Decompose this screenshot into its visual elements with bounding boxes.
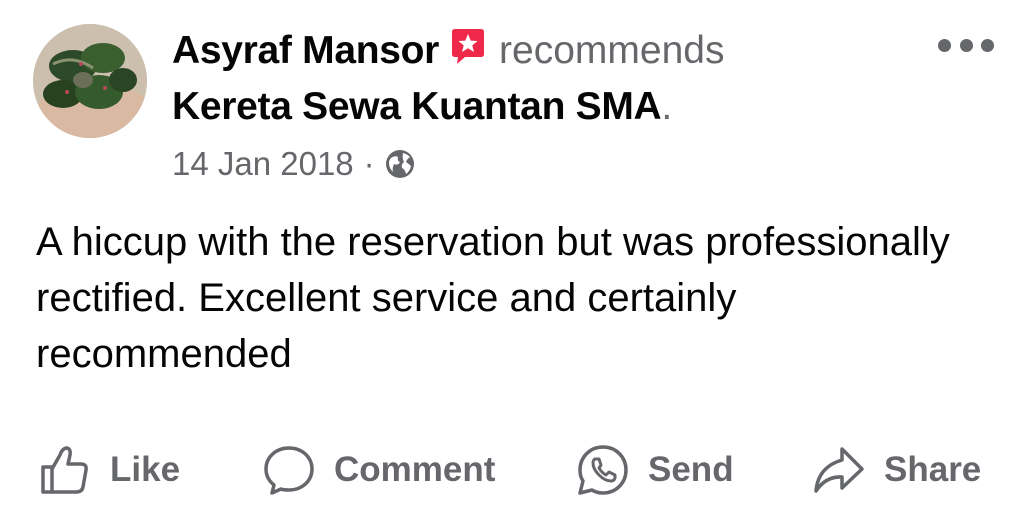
- author-name[interactable]: Asyraf Mansor: [172, 29, 439, 73]
- share-arrow-icon: [814, 447, 864, 493]
- recommend-badge-icon: [449, 28, 487, 66]
- share-label: Share: [884, 450, 982, 489]
- thumbs-up-icon: [41, 446, 88, 494]
- send-button[interactable]: Send: [576, 440, 734, 500]
- whatsapp-icon: [578, 445, 628, 495]
- more-dot-icon: [959, 38, 973, 52]
- share-button[interactable]: Share: [812, 440, 981, 500]
- post-meta: 14 Jan 2018 ·: [172, 142, 415, 186]
- send-label: Send: [648, 450, 734, 489]
- avatar[interactable]: [33, 24, 147, 138]
- comment-label: Comment: [334, 450, 496, 489]
- comment-button[interactable]: Comment: [262, 440, 495, 500]
- globe-icon: [385, 149, 415, 179]
- meta-separator: ·: [363, 145, 375, 182]
- more-dot-icon: [938, 38, 951, 52]
- recommend-verb: recommends: [499, 29, 725, 72]
- page-name-link[interactable]: Kereta Sewa Kuantan SMA: [172, 85, 662, 129]
- more-dot-icon: [981, 38, 994, 52]
- avatar-image: [33, 24, 147, 138]
- like-label: Like: [110, 450, 181, 489]
- more-options-button[interactable]: [938, 30, 994, 60]
- page-name-period: .: [661, 85, 673, 128]
- like-button[interactable]: Like: [38, 440, 180, 500]
- post-body-text: A hiccup with the reservation but was pr…: [36, 220, 950, 376]
- post-header: Asyraf Mansor recommends Kereta Sewa Kua…: [172, 26, 892, 132]
- comment-bubble-icon: [264, 446, 314, 495]
- header-line: Asyraf Mansor recommends: [172, 26, 892, 76]
- action-bar: Like Comment Send Share: [0, 440, 1024, 500]
- post-date[interactable]: 14 Jan 2018: [172, 145, 354, 183]
- page-line: Kereta Sewa Kuantan SMA.: [172, 82, 892, 132]
